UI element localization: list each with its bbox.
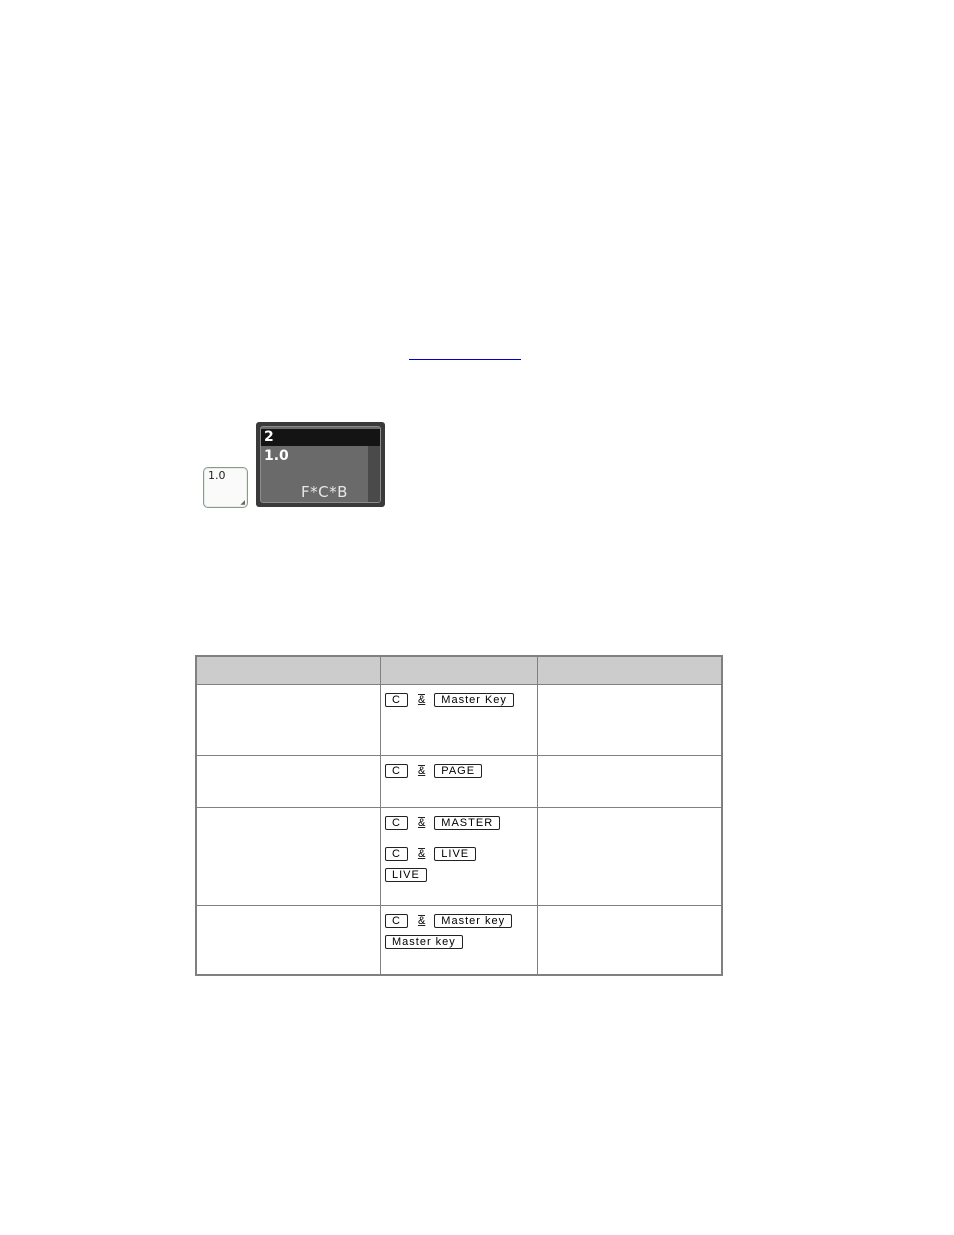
key-live: LIVE [434, 846, 477, 861]
notes-cell [537, 755, 723, 808]
and-symbol: & [417, 764, 426, 777]
description-cell [195, 684, 381, 756]
and-symbol: & [417, 816, 426, 829]
notes-cell [537, 684, 723, 756]
hyperlink[interactable] [409, 358, 521, 360]
key-live: LIVE [385, 867, 427, 882]
description-cell [195, 755, 381, 808]
key-c: C [385, 763, 408, 778]
key-c: C [385, 692, 408, 707]
table-row: C & Master key Master key [195, 905, 723, 976]
playback-display-image: 2 1.0 F*C*B [256, 422, 385, 507]
and-symbol: & [417, 693, 426, 706]
key-master: Master Key [434, 692, 514, 707]
key-c: C [385, 913, 408, 928]
notes-cell [537, 905, 723, 976]
key-combination-table: C & Master Key C & PAGE C & MASTER C & L… [195, 655, 723, 976]
key-c: C [385, 815, 408, 830]
keys-cell: C & PAGE [380, 755, 538, 808]
keys-cell: C & Master Key [380, 684, 538, 756]
and-symbol: & [417, 847, 426, 860]
key-c: C [385, 846, 408, 861]
table-header [380, 655, 538, 685]
keys-cell: C & MASTER C & LIVE LIVE [380, 807, 538, 906]
key-master: Master key [385, 934, 463, 949]
key-page: PAGE [434, 763, 483, 778]
table-row: C & MASTER C & LIVE LIVE [195, 807, 723, 906]
description-cell [195, 905, 381, 976]
keys-cell: C & Master key Master key [380, 905, 538, 976]
level-bar [368, 446, 380, 502]
and-symbol: & [417, 914, 426, 927]
notes-cell [537, 807, 723, 906]
table-row: C & Master Key [195, 684, 723, 756]
description-cell [195, 807, 381, 906]
fader-key-value: 1.0 [208, 469, 226, 482]
resize-corner-icon: ◢ [240, 500, 245, 506]
table-header [537, 655, 723, 685]
playback-number: 2 [261, 429, 380, 446]
table-row: C & PAGE [195, 755, 723, 808]
key-master: Master key [434, 913, 513, 928]
table-header [195, 655, 381, 685]
key-master: MASTER [434, 815, 501, 830]
playback-name: F*C*B [301, 483, 348, 501]
table-header-row [195, 655, 723, 685]
fader-key-image: 1.0 ◢ [203, 467, 248, 508]
playback-level: 1.0 [264, 448, 289, 464]
